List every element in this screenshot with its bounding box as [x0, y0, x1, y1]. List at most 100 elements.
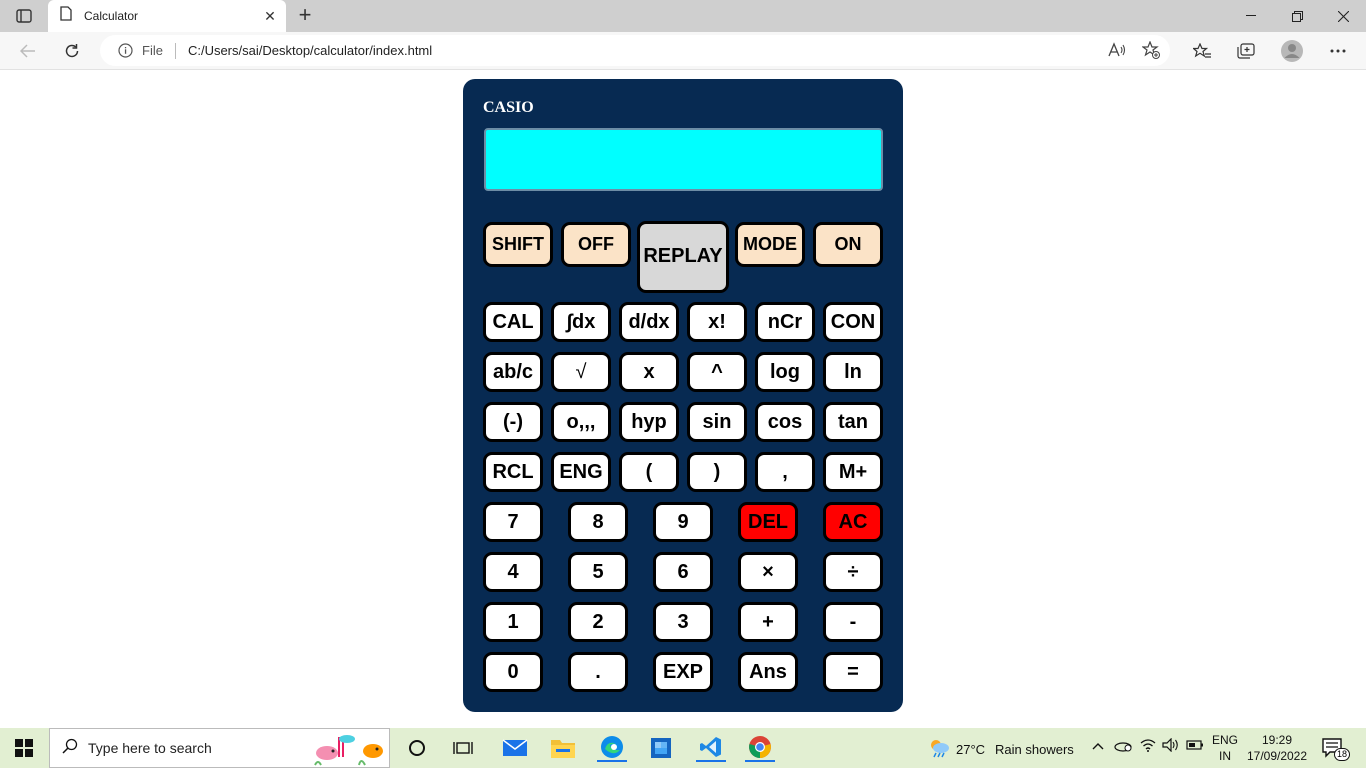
- fraction-key[interactable]: ab/c: [483, 352, 543, 392]
- digit-4-key[interactable]: 4: [483, 552, 543, 592]
- minimize-icon[interactable]: [1228, 0, 1274, 32]
- search-placeholder: Type here to search: [88, 740, 212, 756]
- address-toolbar: File C:/Users/sai/Desktop/calculator/ind…: [0, 32, 1366, 70]
- factorial-key[interactable]: x!: [687, 302, 747, 342]
- refresh-icon[interactable]: [58, 38, 86, 64]
- close-window-icon[interactable]: [1320, 0, 1366, 32]
- clock[interactable]: 19:29 17/09/2022: [1246, 732, 1308, 764]
- digit-1-key[interactable]: 1: [483, 602, 543, 642]
- taskbar: Type here to search 27°C Rain showers EN…: [0, 728, 1366, 768]
- x-key[interactable]: x: [619, 352, 679, 392]
- comma-key[interactable]: ,: [755, 452, 815, 492]
- cal-key[interactable]: CAL: [483, 302, 543, 342]
- read-aloud-icon[interactable]: [1108, 42, 1126, 63]
- onedrive-icon[interactable]: [1114, 738, 1132, 755]
- chrome-icon[interactable]: [745, 734, 775, 762]
- ncr-key[interactable]: nCr: [755, 302, 815, 342]
- info-icon[interactable]: [116, 42, 134, 60]
- ln-key[interactable]: ln: [823, 352, 883, 392]
- new-tab-button[interactable]: +: [292, 4, 318, 28]
- cos-key[interactable]: cos: [755, 402, 815, 442]
- multiply-key[interactable]: ×: [738, 552, 798, 592]
- subtract-key[interactable]: -: [823, 602, 883, 642]
- volume-icon[interactable]: [1162, 737, 1180, 755]
- divide-key[interactable]: ÷: [823, 552, 883, 592]
- tan-key[interactable]: tan: [823, 402, 883, 442]
- off-key[interactable]: OFF: [561, 222, 631, 267]
- digit-9-key[interactable]: 9: [653, 502, 713, 542]
- calculator-brand: CASIO: [483, 99, 534, 116]
- exp-key[interactable]: EXP: [653, 652, 713, 692]
- all-clear-key[interactable]: AC: [823, 502, 883, 542]
- wifi-icon[interactable]: [1140, 738, 1156, 755]
- back-icon[interactable]: [14, 38, 42, 64]
- search-icon: [62, 738, 78, 759]
- show-hidden-icons-chevron-icon[interactable]: [1092, 738, 1104, 753]
- sqrt-key[interactable]: √: [551, 352, 611, 392]
- digit-0-key[interactable]: 0: [483, 652, 543, 692]
- degree-key[interactable]: o,,,: [551, 402, 611, 442]
- tab-close-icon[interactable]: ✕: [258, 4, 282, 28]
- page-document-icon: [60, 6, 72, 26]
- on-key[interactable]: ON: [813, 222, 883, 267]
- task-view-icon[interactable]: [448, 734, 478, 762]
- add-favorite-icon[interactable]: [1141, 40, 1160, 64]
- digit-3-key[interactable]: 3: [653, 602, 713, 642]
- mode-key[interactable]: MODE: [735, 222, 805, 267]
- tab-actions-icon[interactable]: [12, 6, 36, 26]
- url-text[interactable]: C:/Users/sai/Desktop/calculator/index.ht…: [188, 43, 432, 58]
- more-options-icon[interactable]: [1326, 40, 1350, 62]
- rcl-key[interactable]: RCL: [483, 452, 543, 492]
- browser-tab[interactable]: Calculator ✕: [48, 0, 286, 32]
- negate-key[interactable]: (-): [483, 402, 543, 442]
- store-app-icon[interactable]: [646, 734, 676, 762]
- con-key[interactable]: CON: [823, 302, 883, 342]
- integral-key[interactable]: ∫dx: [551, 302, 611, 342]
- favorites-icon[interactable]: [1190, 40, 1214, 62]
- battery-icon[interactable]: [1186, 738, 1204, 755]
- digit-8-key[interactable]: 8: [568, 502, 628, 542]
- weather-temperature: 27°C: [956, 742, 986, 757]
- vscode-icon[interactable]: [696, 734, 726, 762]
- replay-key[interactable]: REPLAY: [637, 221, 729, 293]
- tab-title: Calculator: [84, 9, 139, 23]
- power-key[interactable]: ^: [687, 352, 747, 392]
- memory-plus-key[interactable]: M+: [823, 452, 883, 492]
- shift-key[interactable]: SHIFT: [483, 222, 553, 267]
- eng-key[interactable]: ENG: [551, 452, 611, 492]
- mail-icon[interactable]: [500, 734, 530, 762]
- close-paren-key[interactable]: ): [687, 452, 747, 492]
- weather-condition: Rain showers: [995, 742, 1074, 757]
- profile-avatar-icon[interactable]: [1280, 40, 1304, 62]
- cortana-icon[interactable]: [402, 734, 432, 762]
- language-code: ENG: [1212, 733, 1239, 747]
- weather-widget[interactable]: 27°C Rain showers: [928, 738, 1074, 761]
- digit-5-key[interactable]: 5: [568, 552, 628, 592]
- digit-7-key[interactable]: 7: [483, 502, 543, 542]
- taskbar-search-box[interactable]: Type here to search: [49, 728, 390, 768]
- notification-center-icon[interactable]: 18: [1322, 738, 1350, 761]
- url-bar[interactable]: File C:/Users/sai/Desktop/calculator/ind…: [100, 35, 1170, 66]
- digit-2-key[interactable]: 2: [568, 602, 628, 642]
- ans-key[interactable]: Ans: [738, 652, 798, 692]
- restore-icon[interactable]: [1274, 0, 1320, 32]
- input-language-indicator[interactable]: ENG IN: [1212, 732, 1238, 764]
- add-key[interactable]: +: [738, 602, 798, 642]
- notification-count-badge: 18: [1333, 748, 1350, 761]
- delete-key[interactable]: DEL: [738, 502, 798, 542]
- file-explorer-icon[interactable]: [548, 734, 578, 762]
- hyp-key[interactable]: hyp: [619, 402, 679, 442]
- calculator-display[interactable]: [484, 128, 883, 191]
- decimal-key[interactable]: .: [568, 652, 628, 692]
- windows-start-icon[interactable]: [8, 736, 40, 760]
- derivative-key[interactable]: d/dx: [619, 302, 679, 342]
- digit-6-key[interactable]: 6: [653, 552, 713, 592]
- weather-rain-icon: [928, 738, 950, 761]
- sin-key[interactable]: sin: [687, 402, 747, 442]
- edge-browser-icon[interactable]: [597, 734, 627, 762]
- clock-date: 17/09/2022: [1246, 749, 1308, 763]
- log-key[interactable]: log: [755, 352, 815, 392]
- equals-key[interactable]: =: [823, 652, 883, 692]
- open-paren-key[interactable]: (: [619, 452, 679, 492]
- collections-icon[interactable]: [1234, 40, 1258, 62]
